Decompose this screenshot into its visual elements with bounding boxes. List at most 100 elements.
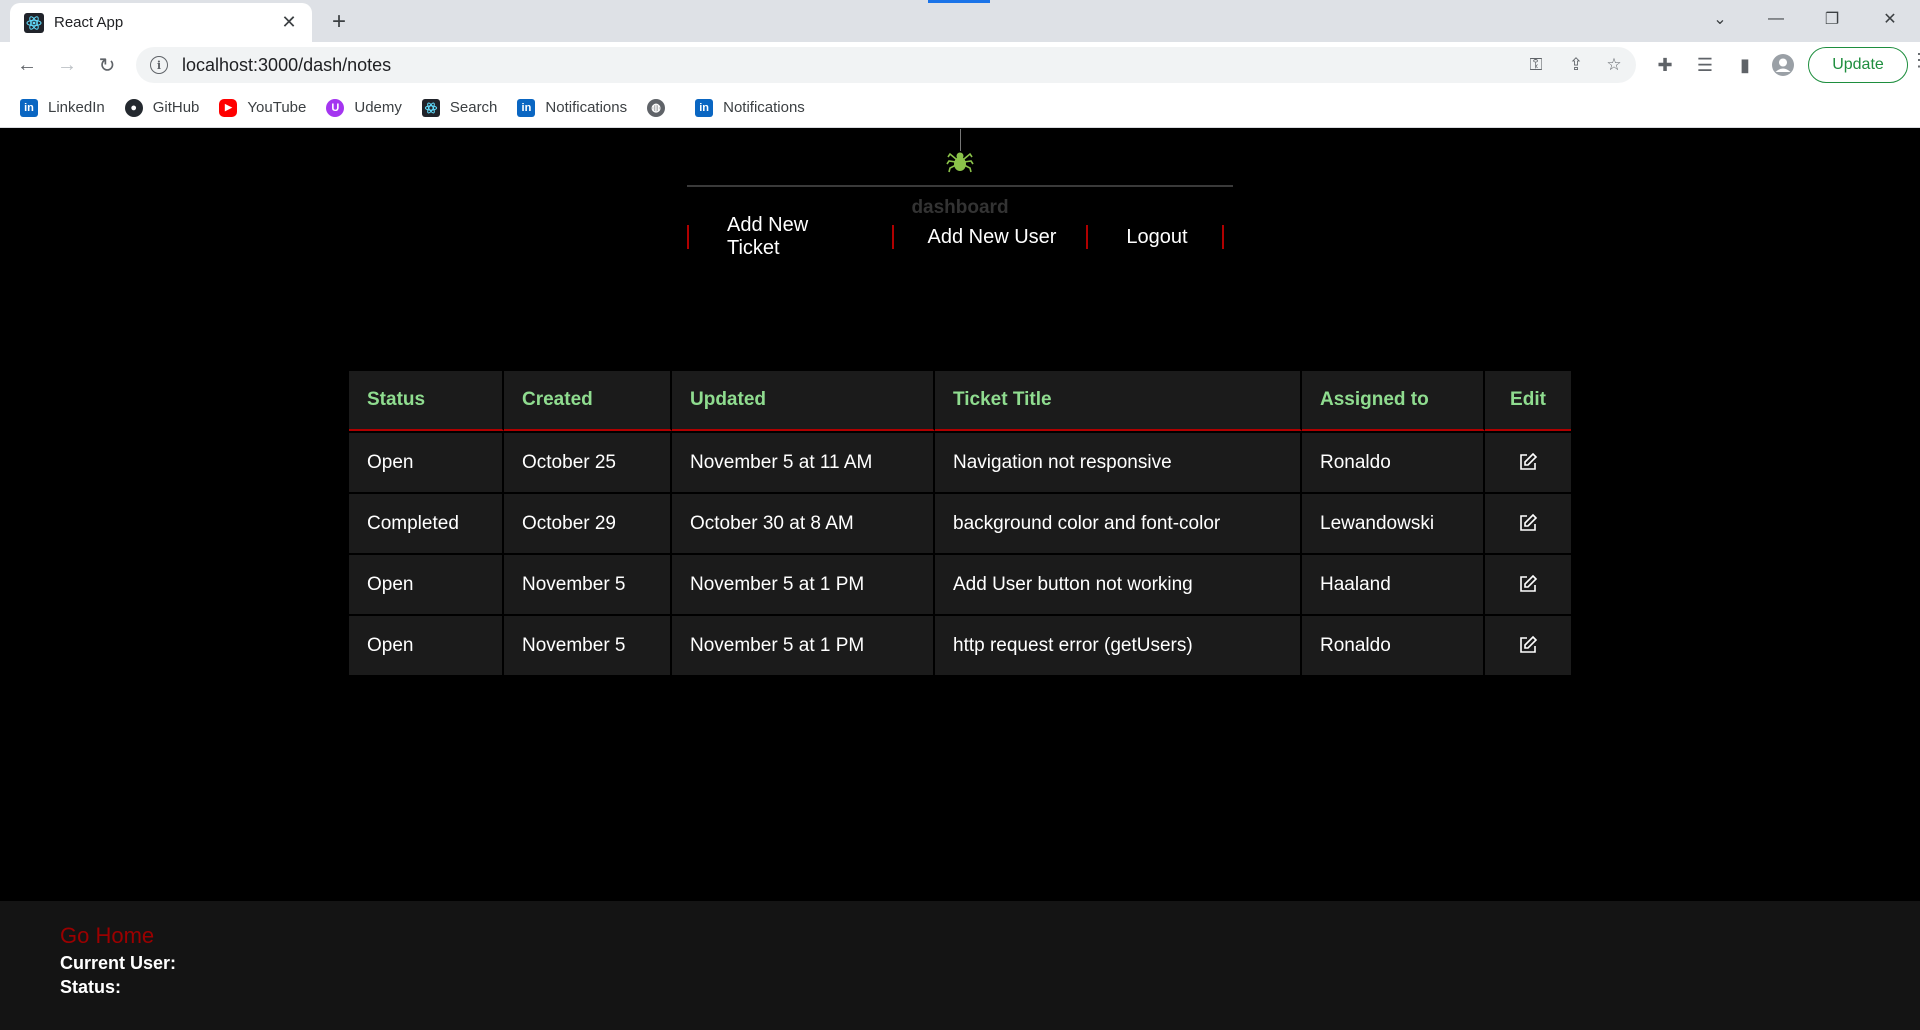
star-icon[interactable]: ☆ [1598, 47, 1630, 83]
tab-strip-indicator [928, 0, 990, 3]
address-bar[interactable]: i localhost:3000/dash/notes ⚿ ⇪ ☆ [136, 47, 1636, 83]
cell-edit [1485, 431, 1571, 492]
back-button[interactable]: ← [12, 50, 42, 80]
bookmark-udemy[interactable]: U Udemy [326, 98, 402, 117]
react-icon [421, 98, 440, 117]
new-tab-button[interactable]: + [326, 8, 352, 35]
column-header-created[interactable]: Created [504, 371, 672, 431]
app-page: dashboard Add New Ticket Add New User Lo… [0, 129, 1920, 901]
cell-status: Open [349, 431, 504, 492]
tab-title: React App [54, 14, 124, 31]
edit-icon[interactable] [1518, 574, 1538, 594]
restore-button[interactable]: ❐ [1804, 0, 1860, 38]
extensions-icon[interactable]: ✚ [1650, 50, 1680, 80]
cell-created: November 5 [504, 553, 672, 614]
minimize-button[interactable]: — [1748, 0, 1804, 38]
bookmark-github[interactable]: ● GitHub [124, 98, 200, 117]
udemy-icon: U [326, 98, 345, 117]
cell-created: October 25 [504, 431, 672, 492]
cell-status: Open [349, 553, 504, 614]
browser-tab[interactable]: React App ✕ [10, 3, 312, 42]
column-header-updated[interactable]: Updated [672, 371, 935, 431]
update-button[interactable]: Update [1808, 47, 1908, 83]
bookmark-label: LinkedIn [48, 99, 105, 116]
side-panel-icon[interactable]: ▮ [1730, 50, 1760, 80]
linkedin-icon: in [517, 98, 536, 117]
profile-avatar-icon[interactable] [1768, 50, 1798, 80]
cell-assigned: Ronaldo [1302, 431, 1485, 492]
column-header-assigned[interactable]: Assigned to [1302, 371, 1485, 431]
bookmark-label: GitHub [152, 99, 200, 116]
logout-link[interactable]: Logout [1117, 223, 1197, 251]
site-info-icon[interactable]: i [150, 56, 168, 74]
bookmark-label: Search [449, 99, 498, 116]
table-row: Completed October 29 October 30 at 8 AM … [349, 492, 1571, 553]
column-header-title[interactable]: Ticket Title [935, 371, 1302, 431]
tab-close-icon[interactable]: ✕ [278, 12, 300, 34]
table-header-row: Status Created Updated Ticket Title Assi… [349, 371, 1571, 431]
key-icon[interactable]: ⚿ [1520, 47, 1552, 83]
share-icon[interactable]: ⇪ [1560, 47, 1592, 83]
cell-created: October 29 [504, 492, 672, 553]
bookmark-notifications[interactable]: in Notifications [517, 98, 628, 117]
page-title: dashboard [911, 197, 1009, 218]
header-divider [687, 185, 1233, 187]
cell-assigned: Haaland [1302, 553, 1485, 614]
tab-search-icon[interactable]: ⌄ [1692, 0, 1748, 38]
current-user-label: Current User: [60, 953, 177, 973]
reading-list-icon[interactable]: ☰ [1690, 50, 1720, 80]
bookmark-globe[interactable]: ◍ [647, 98, 675, 117]
bookmark-label: Udemy [354, 99, 402, 116]
nav-separator [1222, 225, 1224, 249]
nav-separator [1086, 225, 1088, 249]
bookmarks-bar: in LinkedIn ● GitHub ▶ YouTube U Udemy S… [0, 88, 1920, 128]
table-row: Open November 5 November 5 at 1 PM Add U… [349, 553, 1571, 614]
bookmark-youtube[interactable]: ▶ YouTube [219, 98, 306, 117]
bookmark-search[interactable]: Search [421, 98, 498, 117]
go-home-link[interactable]: Go Home [60, 923, 154, 949]
spider-icon [944, 145, 976, 177]
add-new-ticket-link[interactable]: Add New Ticket [727, 214, 857, 259]
linkedin-icon: in [20, 98, 38, 117]
status-label: Status: [60, 977, 122, 997]
edit-icon[interactable] [1518, 635, 1538, 655]
bookmark-notifications-2[interactable]: in Notifications [695, 98, 805, 117]
column-header-edit: Edit [1485, 371, 1571, 431]
bookmark-label: Notifications [723, 99, 805, 116]
tickets-table: Status Created Updated Ticket Title Assi… [349, 371, 1571, 675]
footer: Go Home Current User: Status: [0, 901, 1920, 1030]
reload-button[interactable]: ↻ [92, 50, 122, 80]
edit-icon[interactable] [1518, 452, 1538, 472]
cell-created: November 5 [504, 614, 672, 675]
nav-separator [892, 225, 894, 249]
edit-icon[interactable] [1518, 513, 1538, 533]
cell-title: http request error (getUsers) [935, 614, 1302, 675]
linkedin-icon: in [695, 98, 714, 117]
cell-updated: November 5 at 1 PM [672, 614, 935, 675]
cell-edit [1485, 553, 1571, 614]
cell-title: Navigation not responsive [935, 431, 1302, 492]
youtube-icon: ▶ [219, 98, 238, 117]
close-window-button[interactable]: ✕ [1862, 0, 1918, 38]
cell-updated: October 30 at 8 AM [672, 492, 935, 553]
cell-assigned: Lewandowski [1302, 492, 1485, 553]
cell-updated: November 5 at 11 AM [672, 431, 935, 492]
table-row: Open November 5 November 5 at 1 PM http … [349, 614, 1571, 675]
cell-status: Open [349, 614, 504, 675]
browser-tabstrip: React App ✕ + ⌄ — ❐ ✕ [0, 0, 1920, 42]
cell-title: Add User button not working [935, 553, 1302, 614]
add-new-user-link[interactable]: Add New User [927, 223, 1057, 251]
cell-edit [1485, 492, 1571, 553]
cell-status: Completed [349, 492, 504, 553]
bookmark-label: Notifications [545, 99, 628, 116]
column-header-status[interactable]: Status [349, 371, 504, 431]
github-icon: ● [124, 98, 143, 117]
forward-button[interactable]: → [52, 50, 82, 80]
menu-dots-icon[interactable]: ⋮ [1910, 50, 1920, 80]
cell-updated: November 5 at 1 PM [672, 553, 935, 614]
nav-separator [687, 225, 689, 249]
globe-icon: ◍ [647, 98, 666, 117]
cell-title: background color and font-color [935, 492, 1302, 553]
table-row: Open October 25 November 5 at 11 AM Navi… [349, 431, 1571, 492]
bookmark-linkedin[interactable]: in LinkedIn [20, 98, 105, 117]
